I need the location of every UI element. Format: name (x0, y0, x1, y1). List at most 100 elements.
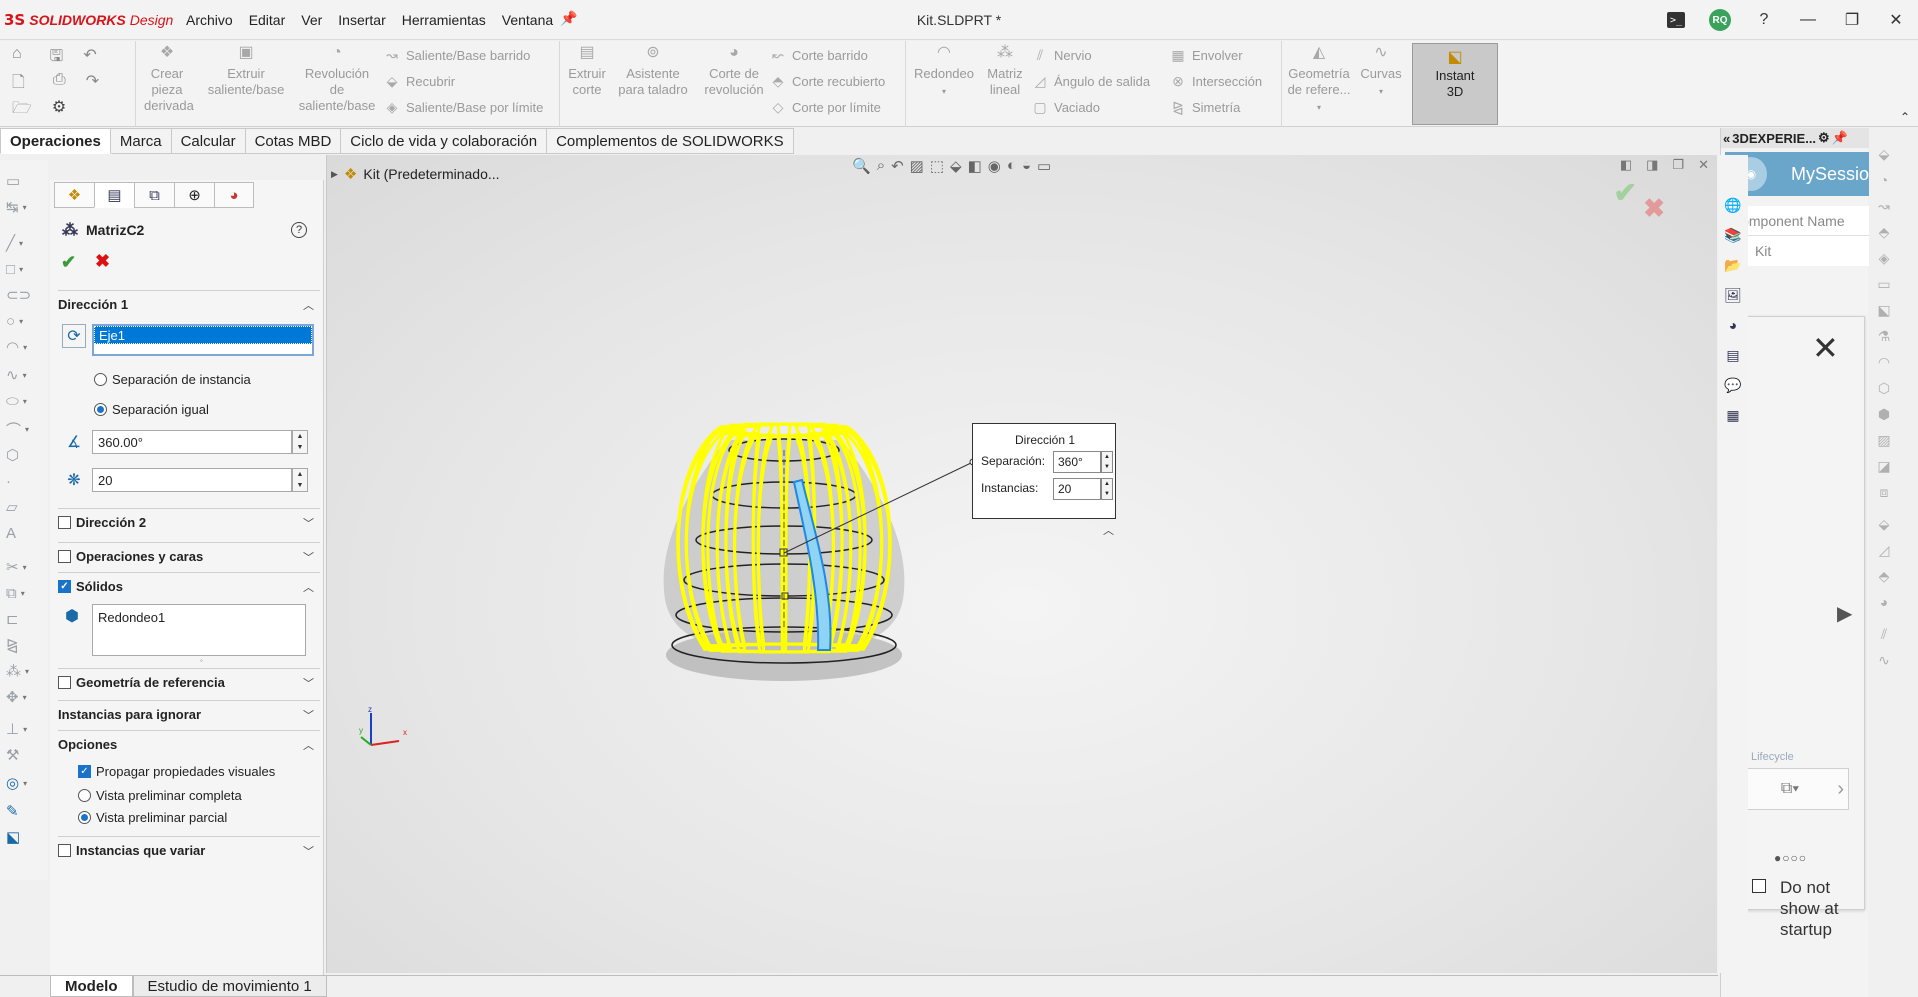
carousel-dots[interactable]: ●○○○ (1774, 851, 1807, 865)
strip-tool-9-icon[interactable]: ◠ (1874, 352, 1894, 372)
polygon-tool[interactable]: ⬡ (6, 444, 42, 466)
ok-button[interactable]: ✔ (61, 252, 76, 273)
strip-tool-11-icon[interactable]: ⬢ (1874, 404, 1894, 424)
menu-editar[interactable]: Editar (241, 12, 294, 28)
resize-handle-icon[interactable]: ◦ (200, 656, 203, 665)
instant-3d-button[interactable]: ⬕ Instant 3D (1412, 43, 1498, 125)
tab-modelo[interactable]: Modelo (50, 976, 133, 997)
strip-tool-4-icon[interactable]: ⬘ (1874, 222, 1894, 242)
stack-icon[interactable]: ⧉▾ (1781, 780, 1799, 798)
strip-tool-1-icon[interactable]: ⬙ (1874, 144, 1894, 164)
pin-menu-icon[interactable]: 📌 (560, 10, 577, 27)
full-preview-radio[interactable]: Vista preliminar completa (78, 788, 242, 803)
quick-snaps-tool[interactable]: ◎ ▾ (6, 772, 42, 794)
restore-button[interactable]: ❐ (1830, 0, 1874, 40)
close-button[interactable]: ✕ (1874, 0, 1918, 40)
callout-spacing-spinner[interactable]: ▲ ▼ (1101, 451, 1113, 473)
plane-tool[interactable]: ▱ (6, 496, 42, 518)
menu-ventana[interactable]: Ventana (494, 12, 561, 28)
collapse-double-left-icon[interactable]: « (1723, 131, 1730, 146)
tab-property-manager[interactable]: ▤ (94, 182, 134, 208)
strip-tool-10-icon[interactable]: ⬡ (1874, 378, 1894, 398)
spline-tool[interactable]: ∿ ▾ (6, 364, 42, 386)
cancel-button[interactable]: ✖ (95, 251, 110, 272)
tab-cotas-mbd[interactable]: Cotas MBD (245, 128, 342, 154)
strip-tool-6-icon[interactable]: ▭ (1874, 274, 1894, 294)
text-tool[interactable]: A (6, 522, 42, 544)
graphics-area[interactable]: ▶ ❖ Kit (Predeterminado... 🔍 ⌕ ↶ ▨ ⬚ ⬙ ◧… (326, 155, 1717, 973)
custom-properties-icon[interactable]: ▤ (1721, 343, 1745, 367)
callout-instances-spinner[interactable]: ▲ ▼ (1101, 478, 1113, 500)
forum-icon[interactable]: 💬 (1721, 373, 1745, 397)
menu-insertar[interactable]: Insertar (330, 12, 393, 28)
slot-tool[interactable]: ⊂⊃ (6, 284, 42, 306)
strip-tool-14-icon[interactable]: ⧈ (1874, 482, 1894, 502)
vary-instances-section-header[interactable]: Instancias que variar ﹀ (58, 836, 320, 864)
strip-tool-3-icon[interactable]: ↝ (1874, 196, 1894, 216)
tab-motion-study[interactable]: Estudio de movimiento 1 (132, 976, 327, 997)
curves-dropdown-icon[interactable]: ▾ (1379, 87, 1383, 96)
tab-calcular[interactable]: Calcular (171, 128, 246, 154)
reverse-direction-icon[interactable]: ⟳ (62, 324, 86, 348)
move-entities-tool[interactable]: ✥ ▾ (6, 686, 42, 708)
strip-tool-13-icon[interactable]: ◪ (1874, 456, 1894, 476)
design-library-icon[interactable]: 📚 (1721, 223, 1745, 247)
offset-tool[interactable]: ⊏ (6, 608, 42, 630)
next-slide-icon[interactable]: ▶ (1837, 601, 1852, 626)
smart-dimension-tool[interactable]: ↹ ▾ (6, 196, 42, 218)
instance-spacing-radio[interactable]: Separación de instancia (94, 372, 251, 387)
circle-tool[interactable]: ○ ▾ (6, 310, 42, 332)
dont-show-checkbox[interactable]: Do not show at startup (1752, 877, 1852, 940)
minimize-button[interactable]: — (1786, 0, 1830, 40)
tab-marca[interactable]: Marca (110, 128, 172, 154)
callout-collapse-icon[interactable]: ︿ (1103, 522, 1114, 538)
angle-spinner[interactable]: ▲ ▼ (292, 430, 308, 454)
menu-archivo[interactable]: Archivo (178, 12, 241, 28)
bodies-list-item[interactable]: Redondeo1 (98, 610, 165, 625)
help-button[interactable]: ? (1742, 0, 1786, 40)
bodies-section-header[interactable]: ✓ Sólidos ︿ (58, 572, 320, 600)
equal-spacing-radio[interactable]: Separación igual (94, 402, 209, 417)
next-icon[interactable]: › (1837, 778, 1844, 801)
settings-gear-icon[interactable]: ⚙ (1818, 130, 1830, 146)
relations-tool[interactable]: ⊥ ▾ (6, 718, 42, 740)
sketch-fillet-tool[interactable]: ⌒ ▾ (6, 418, 42, 440)
ellipse-tool[interactable]: ⬭ ▾ (6, 390, 42, 412)
circular-pattern-preview[interactable] (327, 155, 1718, 973)
strip-tool-15-icon[interactable]: ⬙ (1874, 514, 1894, 534)
options-section-header[interactable]: Opciones ︿ (58, 730, 320, 758)
menu-herramientas[interactable]: Herramientas (394, 12, 494, 28)
reference-geometry-button[interactable]: ◭ Geometría de refere... ▾ (1286, 45, 1352, 116)
vary-instances-checkbox[interactable] (58, 844, 71, 857)
tab-ciclo-de-vida[interactable]: Ciclo de vida y colaboración (341, 128, 548, 154)
view-palette-icon[interactable]: 🖼 (1721, 283, 1745, 307)
file-explorer-icon[interactable]: 📂 (1721, 253, 1745, 277)
collapse-ribbon-icon[interactable]: ⌃ (1900, 110, 1910, 124)
point-tool[interactable]: · (6, 470, 42, 492)
menu-ver[interactable]: Ver (293, 12, 330, 28)
trim-tool[interactable]: ✂ ▾ (6, 556, 42, 578)
command-prompt-button[interactable]: >_ (1654, 0, 1698, 40)
direction2-section-header[interactable]: Dirección 2 ﹀ (58, 508, 320, 536)
solidworks-logo[interactable]: 3S SOLIDWORKS Design (4, 11, 173, 29)
strip-tool-17-icon[interactable]: ⬘ (1874, 566, 1894, 586)
arc-tool[interactable]: ◠ ▾ (6, 336, 42, 358)
features-faces-checkbox[interactable] (58, 550, 71, 563)
strip-tool-2-icon[interactable]: ◔ (1874, 170, 1894, 190)
strip-tool-5-icon[interactable]: ◈ (1874, 248, 1894, 268)
line-tool[interactable]: ╱ ▾ (6, 232, 42, 254)
bodies-checkbox[interactable]: ✓ (58, 580, 71, 593)
3dexperience-icon[interactable]: ▦ (1721, 403, 1745, 427)
bodies-list[interactable]: Redondeo1 (92, 604, 306, 656)
reference-geometry-dropdown-icon[interactable]: ▾ (1317, 103, 1321, 112)
tab-dimxpert-manager[interactable]: ⊕ (174, 182, 214, 208)
skip-instances-section-header[interactable]: Instancias para ignorar ﹀ (58, 700, 320, 728)
ref-geometry-checkbox[interactable] (58, 676, 71, 689)
help-icon[interactable]: ? (291, 222, 307, 238)
angle-input[interactable]: 360.00° (92, 430, 292, 454)
pattern-axis-field[interactable]: Eje1 (92, 324, 314, 356)
rectangle-tool[interactable]: ▭ (6, 170, 42, 192)
strip-tool-18-icon[interactable]: ◕ (1874, 592, 1894, 612)
pin-icon[interactable]: 📌 (1832, 130, 1848, 146)
convert-entities-tool[interactable]: ⧉ ▾ (6, 582, 42, 604)
